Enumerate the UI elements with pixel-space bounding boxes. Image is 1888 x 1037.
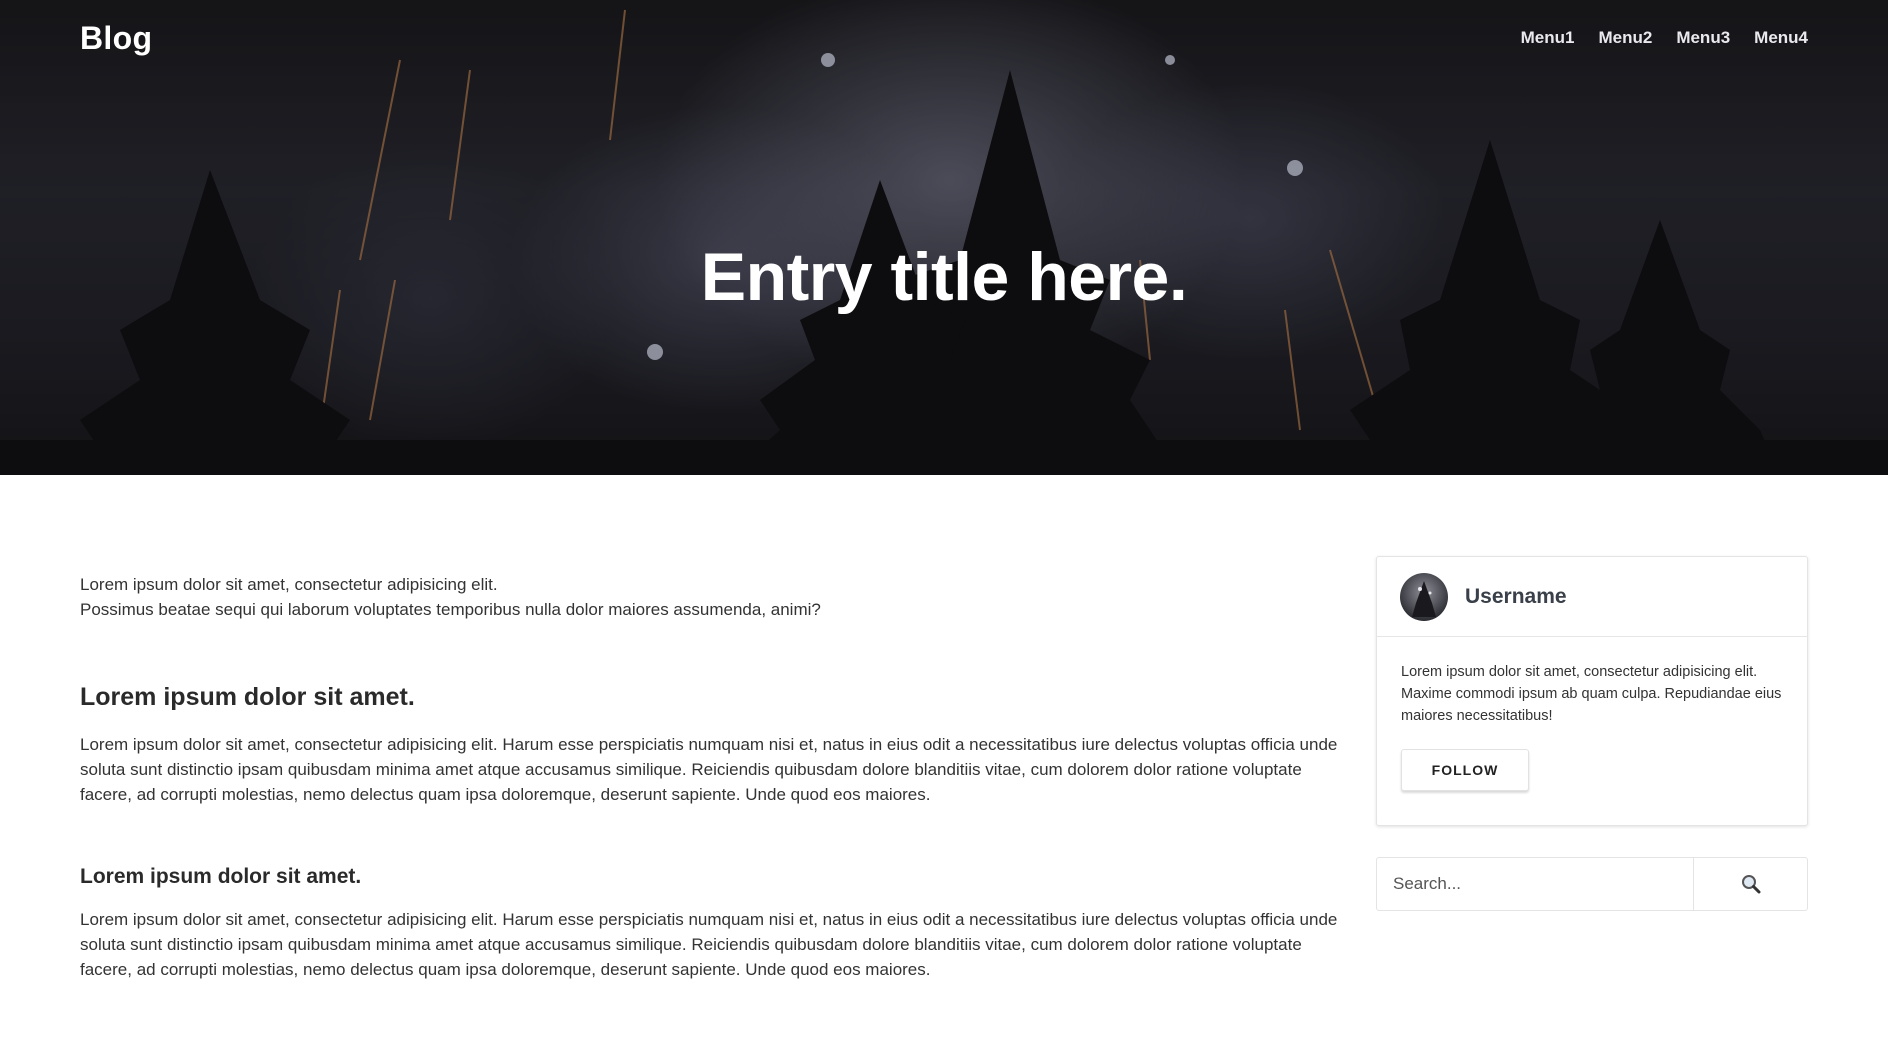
section-paragraph: Lorem ipsum dolor sit amet, consectetur … bbox=[80, 735, 1338, 804]
username[interactable]: Username bbox=[1465, 585, 1567, 609]
profile-card: Username Lorem ipsum dolor sit amet, con… bbox=[1376, 556, 1808, 826]
search-input[interactable] bbox=[1377, 858, 1694, 910]
intro-line: Lorem ipsum dolor sit amet, consectetur … bbox=[80, 575, 498, 594]
avatar[interactable] bbox=[1400, 572, 1448, 621]
search-button[interactable] bbox=[1694, 858, 1807, 910]
search-form bbox=[1376, 857, 1808, 911]
profile-body: Lorem ipsum dolor sit amet, consectetur … bbox=[1377, 637, 1807, 791]
nav-item-menu3[interactable]: Menu3 bbox=[1676, 28, 1730, 48]
article-section: Lorem ipsum dolor sit amet. Lorem ipsum … bbox=[80, 683, 1340, 807]
nav-item-menu4[interactable]: Menu4 bbox=[1754, 28, 1808, 48]
nav-item-menu1[interactable]: Menu1 bbox=[1521, 28, 1575, 48]
entry-title: Entry title here. bbox=[700, 239, 1188, 315]
intro-line: Possimus beatae sequi qui laborum volupt… bbox=[80, 600, 821, 619]
main-nav: Menu1 Menu2 Menu3 Menu4 bbox=[1521, 28, 1808, 48]
section-heading: Lorem ipsum dolor sit amet. bbox=[80, 683, 415, 711]
follow-button[interactable]: FOLLOW bbox=[1401, 749, 1529, 791]
profile-header: Username bbox=[1377, 557, 1807, 637]
article-content: Lorem ipsum dolor sit amet, consectetur … bbox=[80, 572, 1340, 982]
nav-item-menu2[interactable]: Menu2 bbox=[1598, 28, 1652, 48]
section-paragraph: Lorem ipsum dolor sit amet, consectetur … bbox=[80, 910, 1338, 979]
article-section: Lorem ipsum dolor sit amet. Lorem ipsum … bbox=[80, 865, 1340, 982]
site-logo[interactable]: Blog bbox=[80, 20, 152, 57]
section-subheading: Lorem ipsum dolor sit amet. bbox=[80, 865, 362, 888]
hero-banner: Blog Menu1 Menu2 Menu3 Menu4 Entry title… bbox=[0, 0, 1888, 475]
search-icon bbox=[1741, 875, 1760, 894]
avatar-image bbox=[1412, 580, 1436, 617]
article-intro: Lorem ipsum dolor sit amet, consectetur … bbox=[80, 572, 1340, 622]
profile-bio: Lorem ipsum dolor sit amet, consectetur … bbox=[1401, 664, 1782, 724]
